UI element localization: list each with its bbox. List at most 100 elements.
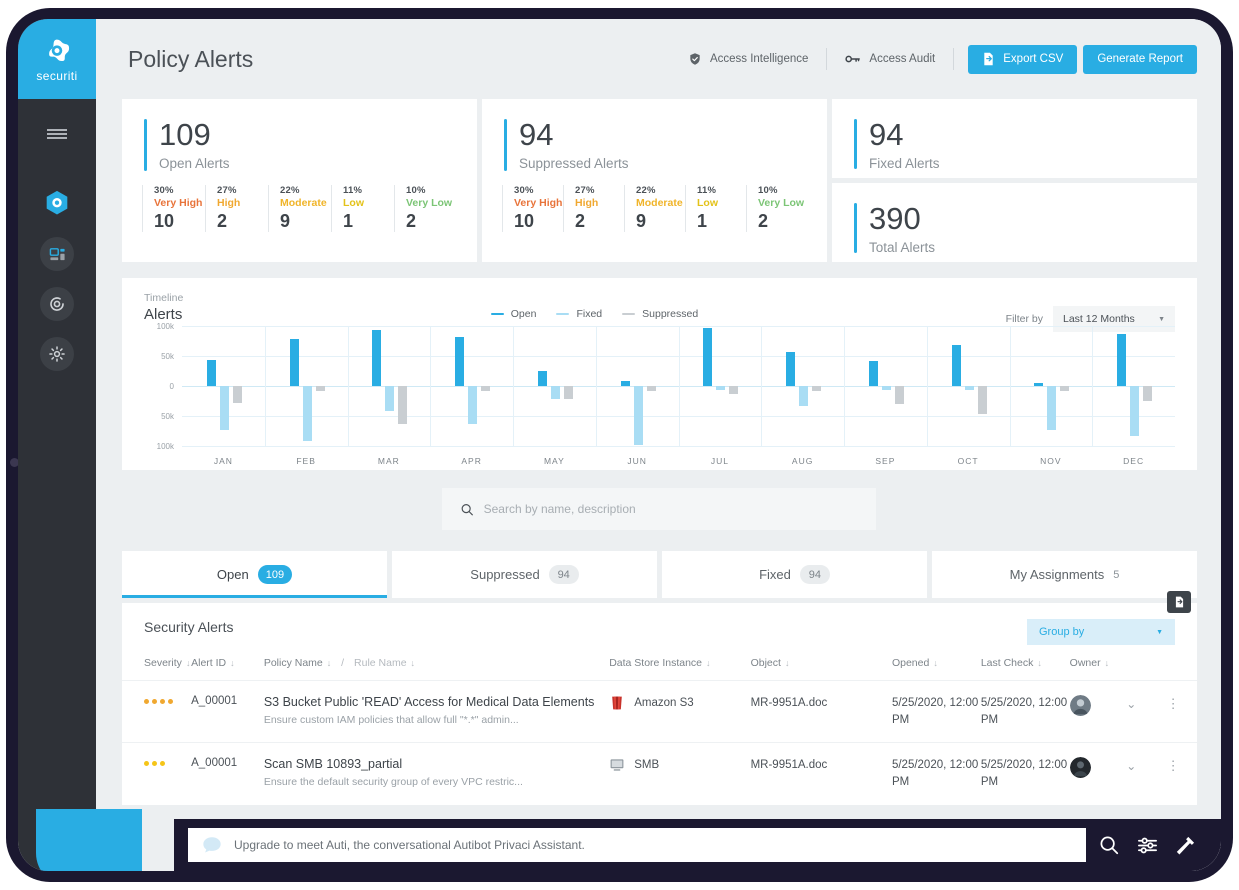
severity-very-low: 10% Very Low 2 — [394, 185, 457, 232]
chart-bar-fixed — [881, 386, 891, 390]
col-policy-name[interactable]: Policy Name ↓ / Rule Name ↓ — [264, 645, 609, 681]
fixed-alerts-card: 94 Fixed Alerts — [832, 99, 1197, 178]
col-last-check[interactable]: Last Check ↓ — [981, 645, 1070, 681]
severity-name: Very Low — [758, 197, 805, 209]
sidebar-item-privaci[interactable] — [40, 187, 74, 221]
severity-value: 9 — [280, 211, 291, 231]
chart-bar-group — [844, 326, 927, 446]
col-label: Last Check — [980, 657, 1034, 669]
chart-bar-open — [455, 336, 465, 386]
export-csv-button[interactable]: Export CSV — [968, 44, 1078, 74]
filters-icon[interactable] — [1136, 834, 1159, 857]
severity-pct: 22% — [280, 185, 300, 196]
chart-x-tick-label: AUG — [791, 456, 814, 466]
severity-value: 9 — [636, 211, 647, 231]
cell-actions[interactable]: ⋮ — [1166, 679, 1197, 743]
access-intelligence-link[interactable]: Access Intelligence — [670, 48, 826, 70]
search-bar[interactable] — [441, 488, 876, 530]
cell-last-check: 5/25/2020, 12:00 PM — [980, 679, 1070, 743]
menu-toggle-button[interactable] — [18, 114, 96, 154]
severity-name: Low — [343, 197, 364, 209]
security-alerts-table-card: Security Alerts Group by ▼ Severity ↓ Al… — [122, 591, 1197, 805]
chat-bubble-icon — [203, 837, 221, 853]
severity-name: Low — [697, 197, 718, 209]
fixed-alerts-value: 94 — [869, 117, 904, 152]
tab-my-assignments[interactable]: My Assignments 5 — [932, 551, 1197, 598]
severity-name: Very Low — [406, 197, 453, 209]
policy-name: S3 Bucket Public 'READ' Access for Medic… — [263, 695, 595, 709]
col-owner[interactable]: Owner ↓ — [1070, 645, 1127, 681]
group-by-select[interactable]: Group by ▼ — [1027, 619, 1175, 645]
tab-fixed[interactable]: Fixed 94 — [662, 551, 927, 598]
chart-x-tick-label: DEC — [1123, 456, 1145, 466]
sidebar-item-settings[interactable] — [40, 337, 74, 371]
gear-icon — [49, 346, 65, 362]
timeframe-value: Last 12 Months — [1063, 313, 1135, 325]
legend-label: Suppressed — [642, 308, 699, 320]
generate-report-button[interactable]: Generate Report — [1083, 44, 1197, 74]
table-row[interactable]: A_00001 S3 Bucket Public 'READ' Access f… — [122, 679, 1197, 743]
group-by-label: Group by — [1039, 626, 1085, 638]
chart-plot: 100k 50k 0 50k 100k JAN FEB MAR APR MAY JUN JUL AUG… — [144, 322, 1175, 466]
chart-bar-open — [372, 329, 382, 386]
chart-bar-open — [951, 345, 961, 386]
col-alert-id[interactable]: Alert ID ↓ — [191, 645, 264, 681]
severity-very-low: 10% Very Low 2 — [746, 185, 807, 232]
chart-x-tick-label: MAR — [377, 456, 400, 466]
severity-pct: 11% — [697, 185, 717, 196]
access-audit-link[interactable]: Access Audit — [826, 48, 953, 70]
table-row[interactable]: A_00001 Scan SMB 10893_partial Ensure th… — [122, 742, 1197, 805]
chart-bar-suppressed — [729, 386, 739, 395]
col-label-rule: Rule Name — [354, 657, 407, 669]
severity-value: 2 — [406, 211, 417, 231]
more-actions-icon[interactable]: ⋮ — [1167, 758, 1180, 773]
privaci-hexagon-icon — [46, 190, 68, 215]
assistant-message: Upgrade to meet Auti, the conversational… — [234, 838, 585, 852]
tab-label: Open — [216, 567, 249, 582]
tab-open[interactable]: Open 109 — [122, 551, 387, 598]
sidebar-item-assessments[interactable] — [40, 287, 74, 321]
assistant-input[interactable]: Upgrade to meet Auti, the conversational… — [188, 828, 1086, 862]
tab-suppressed[interactable]: Suppressed 94 — [392, 551, 657, 598]
col-label: Alert ID — [191, 657, 227, 669]
sidebar: securiti — [18, 19, 96, 871]
chart-bar-group — [761, 326, 844, 446]
col-opened[interactable]: Opened ↓ — [892, 645, 981, 681]
col-severity[interactable]: Severity ↓ — [122, 645, 191, 681]
chart-bar-fixed — [550, 386, 560, 399]
chart-gridline — [182, 446, 1175, 447]
header-divider — [953, 48, 955, 70]
col-label: Owner — [1069, 657, 1101, 669]
search-icon[interactable] — [1098, 834, 1120, 856]
policy-name: Scan SMB 10893_partial — [263, 757, 403, 772]
chart-bar-suppressed — [232, 386, 242, 404]
chevron-down-icon[interactable]: ⌄ — [1126, 759, 1136, 773]
app-logo[interactable]: securiti — [18, 19, 96, 99]
cell-expand[interactable]: ⌄ — [1126, 742, 1167, 805]
col-data-store-instance[interactable]: Data Store Instance ↓ — [609, 645, 750, 681]
chart-bar-open — [206, 359, 216, 386]
logo-text: securiti — [36, 68, 78, 83]
chart-bar-suppressed — [398, 386, 408, 425]
hammer-icon[interactable] — [1175, 834, 1197, 856]
chevron-down-icon[interactable]: ⌄ — [1126, 697, 1136, 711]
chart-bar-suppressed — [812, 386, 822, 392]
search-input[interactable] — [483, 502, 858, 516]
policy-description: Ensure custom IAM policies that allow fu… — [263, 714, 519, 726]
col-object[interactable]: Object ↓ — [751, 645, 892, 681]
more-actions-icon[interactable]: ⋮ — [1167, 696, 1180, 711]
cell-expand[interactable]: ⌄ — [1126, 679, 1167, 743]
chart-y-tick-label: 50k — [161, 412, 174, 421]
cell-alert-id: A_00001 — [191, 742, 264, 805]
tab-label: Suppressed — [470, 567, 540, 582]
chart-x-tick-label: JUN — [627, 456, 647, 466]
col-expand — [1126, 645, 1166, 681]
sort-arrow-icon: ↓ — [230, 658, 235, 668]
cell-actions[interactable]: ⋮ — [1166, 742, 1197, 805]
export-table-button[interactable] — [1167, 591, 1191, 613]
sidebar-item-data-mapping[interactable] — [40, 237, 74, 271]
col-label: Object — [750, 657, 781, 669]
severity-low: 11% Low 1 — [331, 185, 394, 232]
page-title: Policy Alerts — [128, 45, 254, 72]
chart-bar-suppressed — [563, 386, 573, 399]
